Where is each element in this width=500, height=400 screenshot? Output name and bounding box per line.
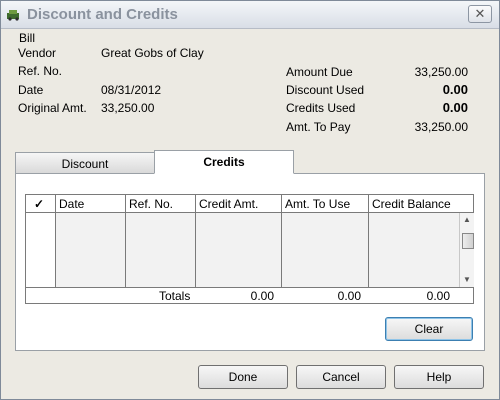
ref-no-label: Ref. No.: [18, 64, 63, 78]
vendor-value: Great Gobs of Clay: [101, 46, 204, 60]
discount-used-value: 0.00: [442, 82, 468, 97]
scroll-down-icon[interactable]: ▼: [463, 275, 471, 284]
original-amt-value: 33,250.00: [101, 101, 155, 115]
discount-used-label: Discount Used: [286, 83, 365, 97]
bill-section-label: Bill: [19, 31, 36, 45]
cancel-button[interactable]: Cancel: [296, 365, 386, 389]
amt-to-pay-value: 33,250.00: [414, 120, 468, 134]
title-bar[interactable]: Discount and Credits ✕: [1, 1, 499, 29]
amount-due-value: 33,250.00: [414, 65, 468, 79]
check-column-header[interactable]: ✓: [26, 195, 55, 213]
date-label: Date: [18, 83, 44, 97]
credit-balance-column-header[interactable]: Credit Balance: [368, 195, 459, 213]
credits-used-value: 0.00: [442, 100, 468, 115]
amt-to-use-column-header[interactable]: Amt. To Use: [281, 195, 368, 213]
close-icon: ✕: [474, 6, 486, 21]
scroll-thumb[interactable]: [462, 233, 474, 249]
help-button[interactable]: Help: [394, 365, 484, 389]
clear-button[interactable]: Clear: [385, 317, 473, 341]
column-divider: [195, 213, 196, 287]
totals-label: Totals: [159, 289, 191, 303]
done-button[interactable]: Done: [198, 365, 288, 389]
credit-amt-column-header[interactable]: Credit Amt.: [195, 195, 281, 213]
date-column-header[interactable]: Date: [55, 195, 125, 213]
total-credit-balance: 0.00: [426, 289, 450, 303]
original-amt-label: Original Amt.: [18, 101, 87, 115]
dialog-window: Discount and Credits ✕ Bill Vendor Great…: [0, 0, 500, 400]
header-spacer: [459, 195, 473, 213]
amt-to-pay-label: Amt. To Pay: [286, 120, 351, 134]
scroll-up-icon[interactable]: ▲: [463, 215, 471, 224]
column-divider: [125, 213, 126, 287]
total-credit-amt: 0.00: [250, 289, 274, 303]
bill-icon: [7, 10, 19, 21]
amount-due-label: Amount Due: [286, 65, 353, 79]
total-amt-to-use: 0.00: [337, 289, 361, 303]
credits-used-label: Credits Used: [286, 101, 356, 115]
column-divider: [368, 213, 369, 287]
table-scrollbar[interactable]: ▲ ▼: [459, 213, 474, 287]
table-body[interactable]: [56, 213, 459, 287]
credits-table[interactable]: ✓ Date Ref. No. Credit Amt. Amt. To Use …: [25, 194, 474, 304]
window-title: Discount and Credits: [27, 6, 178, 23]
totals-row: Totals 0.00 0.00 0.00: [26, 287, 473, 304]
tab-discount[interactable]: Discount: [15, 152, 155, 174]
column-divider: [281, 213, 282, 287]
close-button[interactable]: ✕: [468, 5, 492, 23]
ref-no-column-header[interactable]: Ref. No.: [125, 195, 195, 213]
vendor-label: Vendor: [18, 46, 57, 60]
date-value: 08/31/2012: [101, 83, 162, 97]
tab-credits[interactable]: Credits: [154, 150, 294, 174]
